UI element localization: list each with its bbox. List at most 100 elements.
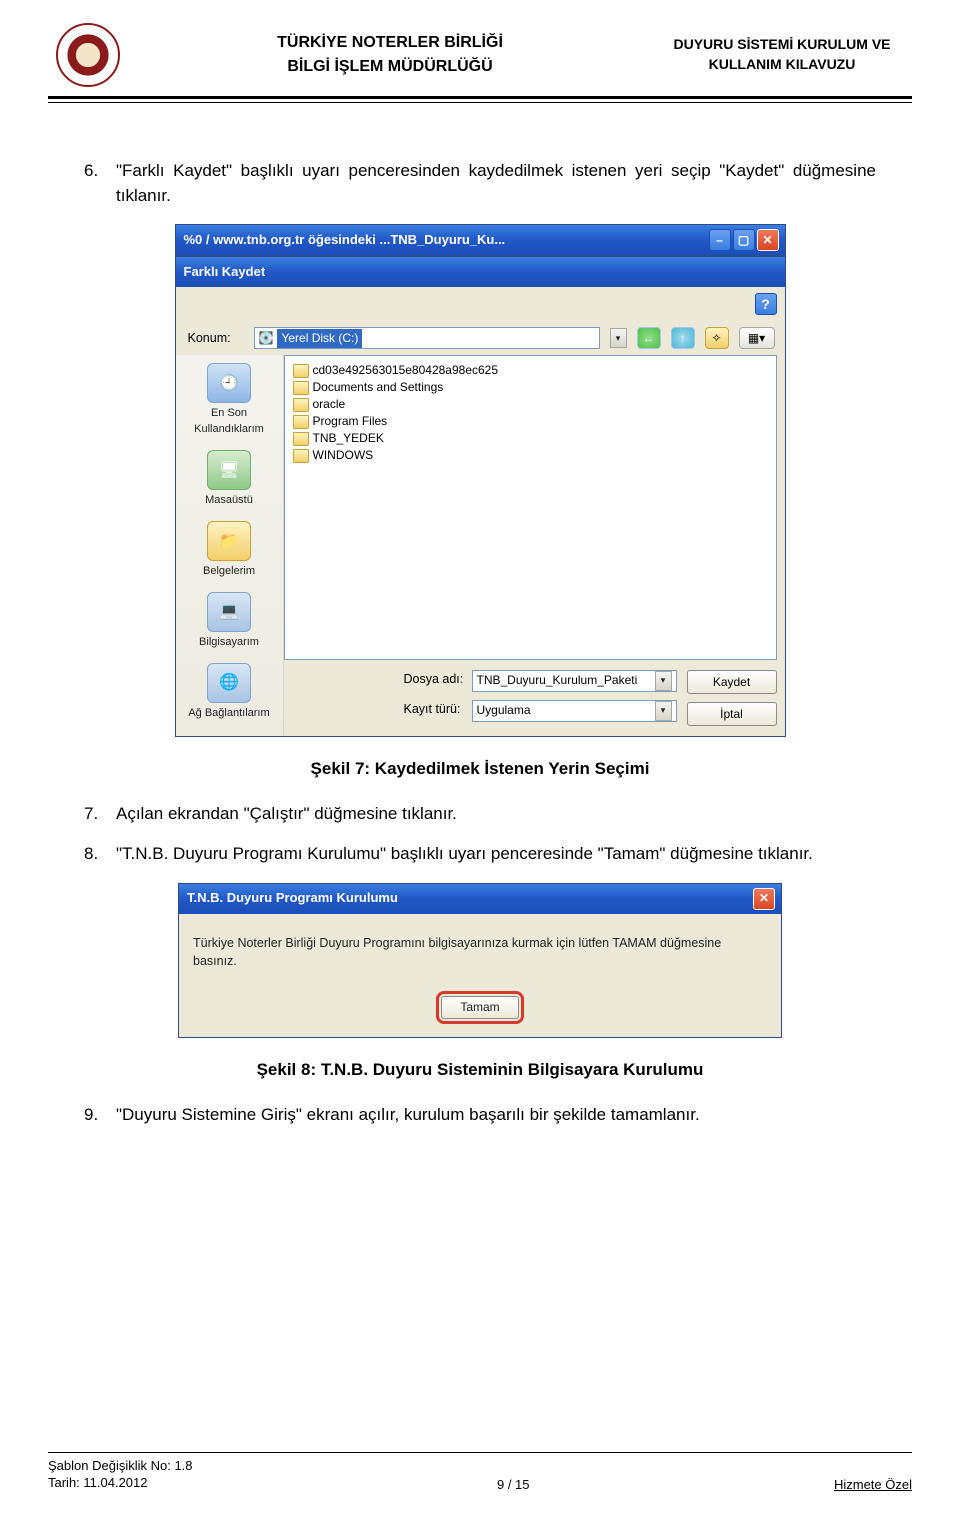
ok-button[interactable]: Tamam (441, 996, 518, 1019)
step-6-text: "Farklı Kaydet" başlıklı uyarı penceresi… (116, 159, 876, 208)
footer-date: Tarih: 11.04.2012 (48, 1474, 193, 1492)
location-combo[interactable]: 💽 Yerel Disk (C:) (254, 327, 600, 349)
step-8: 8. "T.N.B. Duyuru Programı Kurulumu" baş… (84, 842, 876, 867)
filename-value: TNB_Duyuru_Kurulum_Paketi (477, 672, 649, 689)
footer-classification: Hizmete Özel (834, 1477, 912, 1492)
file-name: cd03e492563015e80428a98ec625 (313, 362, 499, 379)
recent-icon: 🕘 (207, 363, 251, 403)
save-title-text: Farklı Kaydet (184, 263, 779, 282)
back-icon[interactable]: ← (637, 327, 661, 349)
file-name: Program Files (313, 413, 388, 430)
header-doc-1: DUYURU SİSTEMİ KURULUM VE (652, 35, 912, 55)
place-label: Belgelerim (182, 564, 277, 580)
step-9-num: 9. (84, 1103, 106, 1128)
page-footer: Şablon Değişiklik No: 1.8 Tarih: 11.04.2… (48, 1452, 912, 1492)
step-8-text: "T.N.B. Duyuru Programı Kurulumu" başlık… (116, 842, 876, 867)
folder-icon (293, 381, 309, 395)
cancel-button[interactable]: İptal (687, 702, 777, 726)
step-6-num: 6. (84, 159, 106, 208)
file-name: oracle (313, 396, 346, 413)
org-logo-icon (56, 23, 120, 87)
download-window: %0 / www.tnb.org.tr öğesindeki ...TNB_Du… (175, 224, 786, 256)
folder-icon (293, 398, 309, 412)
place-recent[interactable]: 🕘 En Son Kullandıklarım (180, 359, 279, 446)
header-center: TÜRKİYE NOTERLER BİRLİĞİ BİLGİ İŞLEM MÜD… (128, 31, 652, 79)
list-item[interactable]: Documents and Settings (293, 379, 768, 396)
help-icon[interactable]: ? (755, 293, 777, 315)
list-item[interactable]: oracle (293, 396, 768, 413)
download-titlebar[interactable]: %0 / www.tnb.org.tr öğesindeki ...TNB_Du… (176, 225, 785, 255)
place-label: En Son Kullandıklarım (182, 406, 277, 438)
up-icon[interactable]: ↑ (671, 327, 695, 349)
location-row: Konum: 💽 Yerel Disk (C:) ▾ ← ↑ ✧ ▦▾ (176, 317, 785, 355)
place-label: Bilgisayarım (182, 635, 277, 651)
header-doc-2: KULLANIM KILAVUZU (652, 55, 912, 75)
save-button[interactable]: Kaydet (687, 670, 777, 694)
installer-dialog: T.N.B. Duyuru Programı Kurulumu ✕ Türkiy… (178, 883, 782, 1039)
network-icon: 🌐 (207, 663, 251, 703)
filename-label: Dosya adı: (404, 670, 472, 688)
folder-icon (293, 449, 309, 463)
computer-icon: 💻 (207, 592, 251, 632)
documents-icon: 📁 (207, 521, 251, 561)
close-icon[interactable]: ✕ (757, 229, 779, 251)
place-computer[interactable]: 💻 Bilgisayarım (180, 588, 279, 659)
file-list[interactable]: cd03e492563015e80428a98ec625 Documents a… (284, 355, 777, 660)
step-6: 6. "Farklı Kaydet" başlıklı uyarı pencer… (84, 159, 876, 208)
location-label: Konum: (188, 329, 244, 347)
file-name: TNB_YEDEK (313, 430, 384, 447)
place-network[interactable]: 🌐 Ağ Bağlantılarım (180, 659, 279, 730)
list-item[interactable]: WINDOWS (293, 447, 768, 464)
save-titlebar[interactable]: Farklı Kaydet (176, 257, 785, 287)
step-7-num: 7. (84, 802, 106, 827)
place-label: Ağ Bağlantılarım (182, 706, 277, 722)
step-8-num: 8. (84, 842, 106, 867)
chevron-down-icon[interactable]: ▾ (655, 671, 672, 691)
page-number: 9 / 15 (497, 1477, 530, 1492)
figure-7-caption: Şekil 7: Kaydedilmek İstenen Yerin Seçim… (84, 757, 876, 782)
file-name: Documents and Settings (313, 379, 444, 396)
desktop-icon: 🖥 (207, 450, 251, 490)
folder-icon (293, 415, 309, 429)
header-title-1: TÜRKİYE NOTERLER BİRLİĞİ (128, 31, 652, 55)
chevron-down-icon[interactable]: ▾ (655, 701, 672, 721)
figure-8-caption: Şekil 8: T.N.B. Duyuru Sisteminin Bilgis… (84, 1058, 876, 1083)
step-7: 7. Açılan ekrandan "Çalıştır" düğmesine … (84, 802, 876, 827)
new-folder-icon[interactable]: ✧ (705, 327, 729, 349)
page-header: TÜRKİYE NOTERLER BİRLİĞİ BİLGİ İŞLEM MÜD… (48, 20, 912, 90)
filetype-label: Kayıt türü: (404, 700, 472, 718)
footer-template-no: Şablon Değişiklik No: 1.8 (48, 1457, 193, 1475)
maximize-icon[interactable]: ▢ (733, 229, 755, 251)
list-item[interactable]: Program Files (293, 413, 768, 430)
minimize-icon[interactable]: – (709, 229, 731, 251)
step-9-text: "Duyuru Sistemine Giriş" ekranı açılır, … (116, 1103, 876, 1128)
place-label: Masaüstü (182, 493, 277, 509)
installer-titlebar[interactable]: T.N.B. Duyuru Programı Kurulumu ✕ (179, 884, 781, 914)
place-desktop[interactable]: 🖥 Masaüstü (180, 446, 279, 517)
download-title-text: %0 / www.tnb.org.tr öğesindeki ...TNB_Du… (184, 231, 707, 250)
installer-title: T.N.B. Duyuru Programı Kurulumu (187, 889, 751, 908)
installer-text: Türkiye Noterler Birliği Duyuru Programı… (193, 934, 767, 970)
header-right: DUYURU SİSTEMİ KURULUM VE KULLANIM KILAV… (652, 35, 912, 74)
file-name: WINDOWS (313, 447, 374, 464)
step-9: 9. "Duyuru Sistemine Giriş" ekranı açılı… (84, 1103, 876, 1128)
step-7-text: Açılan ekrandan "Çalıştır" düğmesine tık… (116, 802, 876, 827)
close-icon[interactable]: ✕ (753, 888, 775, 910)
filetype-combo[interactable]: Uygulama ▾ (472, 700, 677, 722)
save-as-dialog: Farklı Kaydet ? Konum: 💽 Yerel Disk (C:)… (175, 256, 786, 737)
filename-input[interactable]: TNB_Duyuru_Kurulum_Paketi ▾ (472, 670, 677, 692)
list-item[interactable]: cd03e492563015e80428a98ec625 (293, 362, 768, 379)
drive-icon: 💽 (259, 330, 274, 347)
chevron-down-icon[interactable]: ▾ (610, 328, 627, 348)
logo (48, 23, 128, 87)
places-bar: 🕘 En Son Kullandıklarım 🖥 Masaüstü 📁 Bel… (176, 355, 284, 736)
filetype-value: Uygulama (477, 702, 649, 719)
place-documents[interactable]: 📁 Belgelerim (180, 517, 279, 588)
folder-icon (293, 432, 309, 446)
header-title-2: BİLGİ İŞLEM MÜDÜRLÜĞÜ (128, 55, 652, 79)
list-item[interactable]: TNB_YEDEK (293, 430, 768, 447)
header-rule (48, 96, 912, 103)
folder-icon (293, 364, 309, 378)
location-value: Yerel Disk (C:) (277, 329, 362, 348)
views-icon[interactable]: ▦▾ (739, 327, 775, 349)
